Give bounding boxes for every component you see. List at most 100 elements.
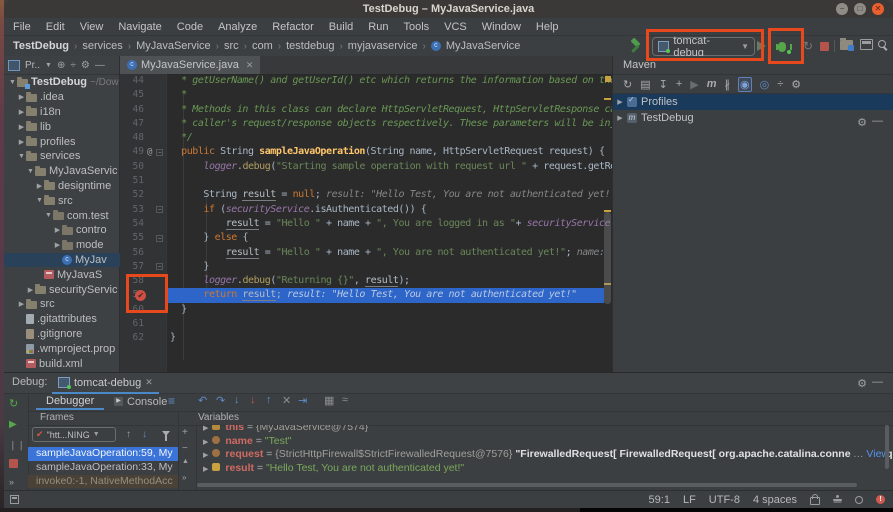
breadcrumb-item[interactable]: com: [252, 40, 273, 52]
expand-arrow-icon[interactable]: ▶: [203, 439, 208, 446]
line-number[interactable]: 56: [120, 246, 144, 260]
layout-options-icon[interactable]: ≡: [168, 394, 175, 408]
close-button[interactable]: ✕: [872, 3, 884, 15]
caret-position[interactable]: 59:1: [649, 494, 670, 506]
menu-item-refactor[interactable]: Refactor: [272, 21, 314, 33]
code-line-57[interactable]: 57− }: [120, 260, 612, 274]
run-dashboard-icon[interactable]: [860, 39, 873, 50]
code-line-45[interactable]: 45 *: [120, 88, 612, 102]
variable-row-name[interactable]: ▶name = "Test": [197, 435, 893, 449]
chevron-down-icon[interactable]: ▼: [45, 62, 52, 69]
hide-panel-icon[interactable]: —: [872, 376, 883, 388]
show-profiles-icon[interactable]: ◎: [760, 78, 770, 91]
line-number[interactable]: 48: [120, 131, 144, 145]
fold-marker-icon[interactable]: −: [156, 149, 163, 156]
menu-item-build[interactable]: Build: [329, 21, 353, 33]
variable-row-result[interactable]: ▶result = "Hello Test, You are not authe…: [197, 462, 893, 476]
frame-row[interactable]: sampleJavaOperation:33, My: [28, 461, 178, 475]
annotation-gutter-icon[interactable]: @: [147, 145, 152, 159]
collapsed-arrow-icon[interactable]: ▶: [17, 300, 26, 308]
menu-item-code[interactable]: Code: [177, 21, 203, 33]
close-tab-icon[interactable]: ✕: [246, 60, 254, 71]
tree-item-gitignore[interactable]: .gitignore: [4, 327, 120, 342]
settings-icon[interactable]: ≈: [342, 394, 348, 406]
code-line-52[interactable]: 52 String result = null; result: "Hello …: [120, 188, 612, 202]
code-line-61[interactable]: 61: [120, 317, 612, 331]
code-line-62[interactable]: 62}: [120, 331, 612, 345]
code-line-46[interactable]: 46 * Methods in this class can declare H…: [120, 103, 612, 117]
gear-icon[interactable]: ⚙: [81, 60, 90, 71]
tree-item-idea[interactable]: ▶.idea: [4, 90, 120, 105]
stop-debug-icon[interactable]: [9, 459, 18, 471]
hide-library-frames-icon[interactable]: [162, 431, 170, 436]
breadcrumb-item[interactable]: MyJavaService: [136, 40, 211, 52]
line-number[interactable]: 53: [120, 203, 144, 217]
run-maven-goal-icon[interactable]: ▶: [690, 78, 698, 91]
gear-icon[interactable]: ⚙: [857, 116, 867, 129]
fold-marker-icon[interactable]: −: [156, 206, 163, 213]
expanded-arrow-icon[interactable]: ▼: [8, 79, 17, 86]
variable-row-request[interactable]: ▶request = {StrictHttpFirewall$StrictFir…: [197, 448, 893, 462]
tree-item-services[interactable]: ▼services: [4, 149, 120, 164]
code-line-50[interactable]: 50 logger.debug("Starting sample operati…: [120, 160, 612, 174]
code-line-54[interactable]: 54 result = "Hello " + name + ", You are…: [120, 217, 612, 231]
collapsed-arrow-icon[interactable]: ▶: [53, 226, 62, 234]
menu-item-window[interactable]: Window: [482, 21, 521, 33]
line-number[interactable]: 60: [120, 303, 144, 317]
expanded-arrow-icon[interactable]: ▼: [26, 168, 35, 175]
gear-icon[interactable]: ⚙: [857, 377, 867, 390]
notifications-icon[interactable]: [855, 496, 863, 504]
breadcrumb-item[interactable]: testdebug: [286, 40, 334, 52]
code-line-59[interactable]: 59✔ return result; result: "Hello Test, …: [120, 288, 612, 302]
project-view-dropdown[interactable]: Pr..: [25, 60, 40, 71]
tree-item-profiles[interactable]: ▶profiles: [4, 134, 120, 149]
frame-row[interactable]: sampleJavaOperation:59, My: [28, 447, 178, 461]
download-sources-icon[interactable]: ↧: [659, 78, 668, 91]
next-frame-icon[interactable]: ↓: [142, 429, 147, 440]
code-line-51[interactable]: 51: [120, 174, 612, 188]
tree-item-wmprojectprop[interactable]: .wmproject.prop: [4, 341, 120, 356]
line-number[interactable]: 44: [120, 74, 144, 88]
code-line-56[interactable]: 56 result = "Hello " + name + ", You are…: [120, 246, 612, 260]
line-number[interactable]: 58: [120, 274, 144, 288]
line-number[interactable]: 47: [120, 117, 144, 131]
remove-watch-icon[interactable]: −: [182, 443, 188, 454]
tab-console[interactable]: ▶ Console: [106, 393, 175, 410]
frame-row[interactable]: invoke0:-1, NativeMethodAcc: [28, 475, 178, 489]
search-everywhere-icon[interactable]: [878, 40, 886, 48]
project-structure-icon[interactable]: [840, 40, 853, 50]
expanded-arrow-icon[interactable]: ▼: [44, 212, 53, 219]
menu-item-view[interactable]: View: [80, 21, 104, 33]
line-number[interactable]: 54: [120, 217, 144, 231]
vertical-scrollbar[interactable]: [885, 425, 889, 469]
build-hammer-icon[interactable]: [630, 39, 645, 53]
more-actions-icon[interactable]: »: [9, 477, 14, 487]
line-separator[interactable]: LF: [683, 494, 696, 506]
horizontal-scrollbar[interactable]: [197, 483, 857, 487]
collapsed-arrow-icon[interactable]: ▶: [613, 114, 627, 122]
menu-item-run[interactable]: Run: [368, 21, 388, 33]
tree-item-lib[interactable]: ▶lib: [4, 119, 120, 134]
breakpoint-icon[interactable]: ✔: [135, 290, 146, 301]
code-line-47[interactable]: 47 * caller's request/response objects r…: [120, 117, 612, 131]
tree-item-myjav[interactable]: cMyJav: [4, 253, 120, 268]
add-watch-icon[interactable]: +: [182, 427, 188, 438]
thread-dropdown[interactable]: ✔ "htt...NING ▼: [32, 427, 116, 442]
step-out-icon[interactable]: ↑: [266, 394, 272, 406]
collapsed-arrow-icon[interactable]: ▶: [17, 93, 26, 101]
run-button[interactable]: [757, 41, 766, 51]
collapsed-arrow-icon[interactable]: ▶: [17, 123, 26, 131]
hide-panel-icon[interactable]: —: [872, 115, 883, 127]
breadcrumb-item[interactable]: services: [82, 40, 122, 52]
project-toolwindow-icon[interactable]: [8, 60, 20, 71]
add-maven-project-icon[interactable]: +: [676, 78, 682, 90]
expanded-arrow-icon[interactable]: ▼: [35, 197, 44, 204]
tree-item-gitattributes[interactable]: .gitattributes: [4, 312, 120, 327]
maven-settings-wrench-icon[interactable]: ⚙: [791, 78, 801, 91]
expand-arrow-icon[interactable]: ▶: [203, 452, 208, 459]
readonly-lock-icon[interactable]: [810, 497, 820, 505]
rerun-icon[interactable]: ↻: [803, 39, 813, 53]
close-session-icon[interactable]: ✕: [145, 377, 153, 388]
expand-arrow-icon[interactable]: ▶: [203, 466, 208, 473]
tree-item-myjavas[interactable]: MyJavaS: [4, 267, 120, 282]
